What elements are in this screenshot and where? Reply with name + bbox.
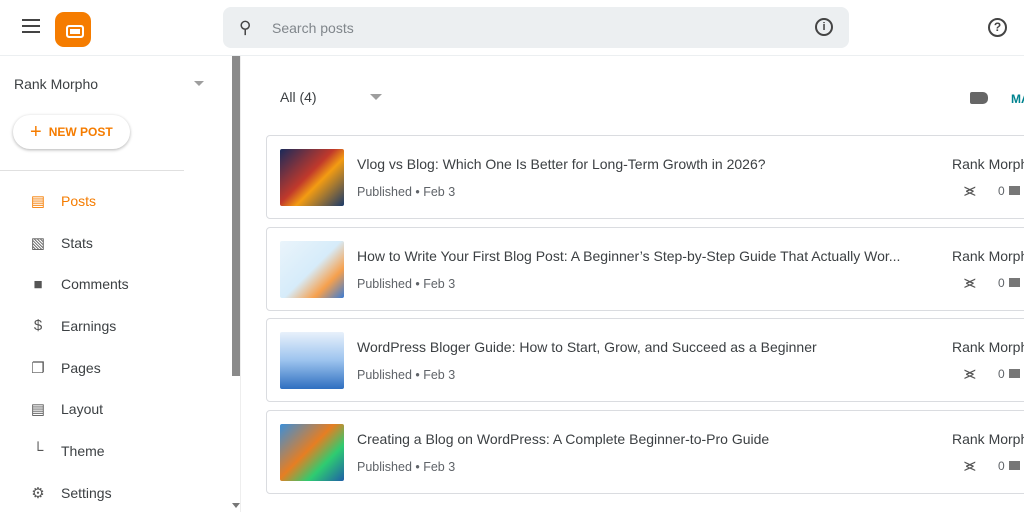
blog-selector[interactable]: Rank Morpho [14, 76, 98, 92]
search-input[interactable] [272, 17, 792, 39]
post-title[interactable]: Vlog vs Blog: Which One Is Better for Lo… [357, 156, 907, 172]
comment-icon [1009, 186, 1020, 195]
top-bar: ⚲ i ? [0, 0, 1024, 56]
post-thumbnail [280, 149, 344, 206]
sidebar-nav: ▤ Posts ▧ Stats ■ Comments $ Earnings ❐ Pages… [0, 180, 230, 514]
post-author: Rank Morph [952, 431, 1024, 447]
comment-icon [1009, 278, 1020, 287]
share-icon[interactable]: ⪤ [964, 272, 976, 293]
info-icon[interactable]: i [815, 18, 833, 36]
layout-icon: ▤ [30, 401, 46, 419]
post-author: Rank Morph [952, 156, 1024, 172]
sidebar-item-comments[interactable]: ■ Comments [0, 263, 230, 305]
post-author: Rank Morph [952, 248, 1024, 264]
stats-icon: ▧ [30, 234, 46, 252]
post-title[interactable]: Creating a Blog on WordPress: A Complete… [357, 431, 907, 447]
sidebar-item-label: Layout [61, 401, 104, 418]
sidebar-item-label: Posts [61, 192, 97, 209]
sidebar-item-label: Comments [61, 276, 129, 293]
sidebar-item-label: Settings [61, 484, 112, 501]
posts-icon: ▤ [30, 192, 46, 210]
scrollbar-track [240, 56, 241, 512]
search-icon[interactable]: ⚲ [239, 18, 251, 38]
new-post-label: NEW POST [48, 125, 113, 139]
divider [0, 170, 184, 171]
pages-icon: ❐ [31, 359, 45, 377]
scroll-down-arrow-icon[interactable] [232, 503, 240, 508]
sidebar-scrollbar[interactable] [232, 56, 240, 376]
comment-count: 0 [998, 276, 1005, 290]
post-row[interactable]: Vlog vs Blog: Which One Is Better for Lo… [266, 135, 1024, 219]
sidebar-item-label: Pages [61, 359, 101, 376]
post-thumbnail [280, 241, 344, 298]
sidebar-item-layout[interactable]: ▤ Layout [0, 388, 230, 430]
post-filter-dropdown[interactable]: All (4) [280, 89, 317, 105]
hamburger-menu-icon[interactable] [22, 19, 40, 33]
comment-count: 0 [998, 184, 1005, 198]
post-status: Published • Feb 3 [357, 368, 456, 382]
plus-icon: + [30, 121, 42, 143]
post-status: Published • Feb 3 [357, 185, 456, 199]
sidebar-item-label: Earnings [61, 317, 117, 334]
paint-roller-icon: └ [32, 442, 44, 460]
comment-icon [1009, 369, 1020, 378]
post-author: Rank Morph [952, 339, 1024, 355]
post-status: Published • Feb 3 [357, 460, 456, 474]
blogger-logo[interactable] [55, 12, 91, 47]
new-post-button[interactable]: + NEW POST [13, 115, 130, 149]
comment-count: 0 [998, 367, 1005, 381]
sidebar-item-stats[interactable]: ▧ Stats [0, 222, 230, 264]
share-icon[interactable]: ⪤ [964, 455, 976, 476]
post-row[interactable]: Creating a Blog on WordPress: A Complete… [266, 410, 1024, 494]
sidebar-item-label: Theme [61, 442, 105, 459]
sidebar: Rank Morpho + NEW POST ▤ Posts ▧ Stats ■ Com… [0, 56, 230, 512]
dollar-icon: $ [33, 317, 43, 335]
share-icon[interactable]: ⪤ [964, 363, 976, 384]
comment-count: 0 [998, 459, 1005, 473]
post-title[interactable]: WordPress Bloger Guide: How to Start, Gr… [357, 339, 907, 355]
chevron-down-icon[interactable] [194, 81, 204, 86]
sidebar-item-pages[interactable]: ❐ Pages [0, 347, 230, 389]
sidebar-item-posts[interactable]: ▤ Posts [0, 180, 230, 222]
manage-button[interactable]: MA [1011, 92, 1024, 106]
search-bar: ⚲ i [223, 7, 849, 48]
sidebar-item-theme[interactable]: └ Theme [0, 430, 230, 472]
sidebar-item-earnings[interactable]: $ Earnings [0, 305, 230, 347]
post-status: Published • Feb 3 [357, 277, 456, 291]
post-title[interactable]: How to Write Your First Blog Post: A Beg… [357, 248, 907, 264]
sidebar-item-settings[interactable]: ⚙ Settings [0, 472, 230, 514]
share-icon[interactable]: ⪤ [964, 180, 976, 201]
post-thumbnail [280, 424, 344, 481]
comments-icon: ■ [33, 275, 43, 293]
post-row[interactable]: How to Write Your First Blog Post: A Beg… [266, 227, 1024, 311]
post-row[interactable]: WordPress Bloger Guide: How to Start, Gr… [266, 318, 1024, 402]
help-icon[interactable]: ? [988, 18, 1007, 37]
sidebar-item-label: Stats [61, 234, 93, 251]
comment-icon [1009, 461, 1020, 470]
post-thumbnail [280, 332, 344, 389]
label-icon[interactable] [970, 92, 988, 104]
chevron-down-icon[interactable] [370, 94, 382, 100]
gear-icon: ⚙ [31, 484, 45, 502]
